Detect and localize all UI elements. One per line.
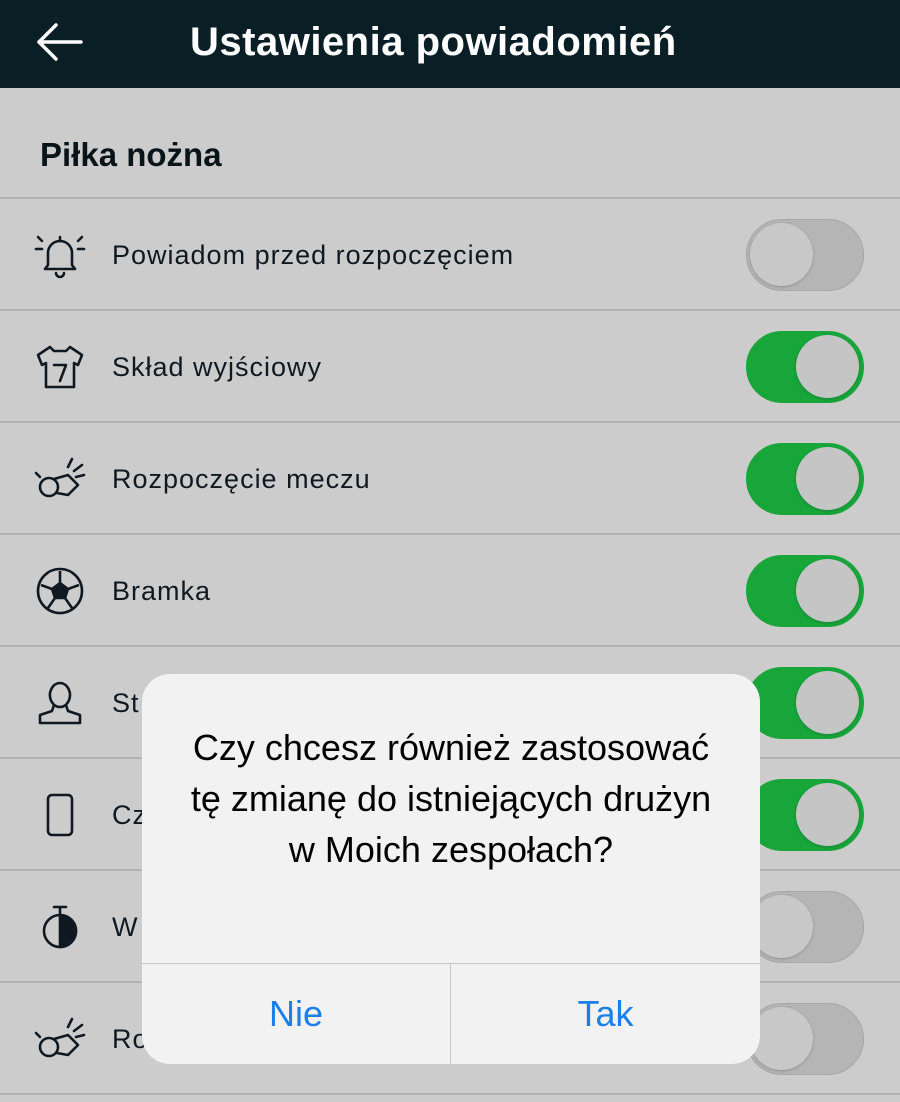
yes-button[interactable]: Tak — [451, 964, 760, 1064]
arrow-left-icon — [37, 23, 83, 61]
app-header: Ustawienia powiadomień — [0, 0, 900, 88]
page-title: Ustawienia powiadomień — [190, 20, 677, 64]
dialog-message: Czy chcesz również zastosować tę zmianę … — [190, 727, 712, 870]
confirm-dialog: Czy chcesz również zastosować tę zmianę … — [142, 674, 760, 1064]
no-button[interactable]: Nie — [142, 964, 450, 1064]
back-button[interactable] — [26, 14, 92, 70]
